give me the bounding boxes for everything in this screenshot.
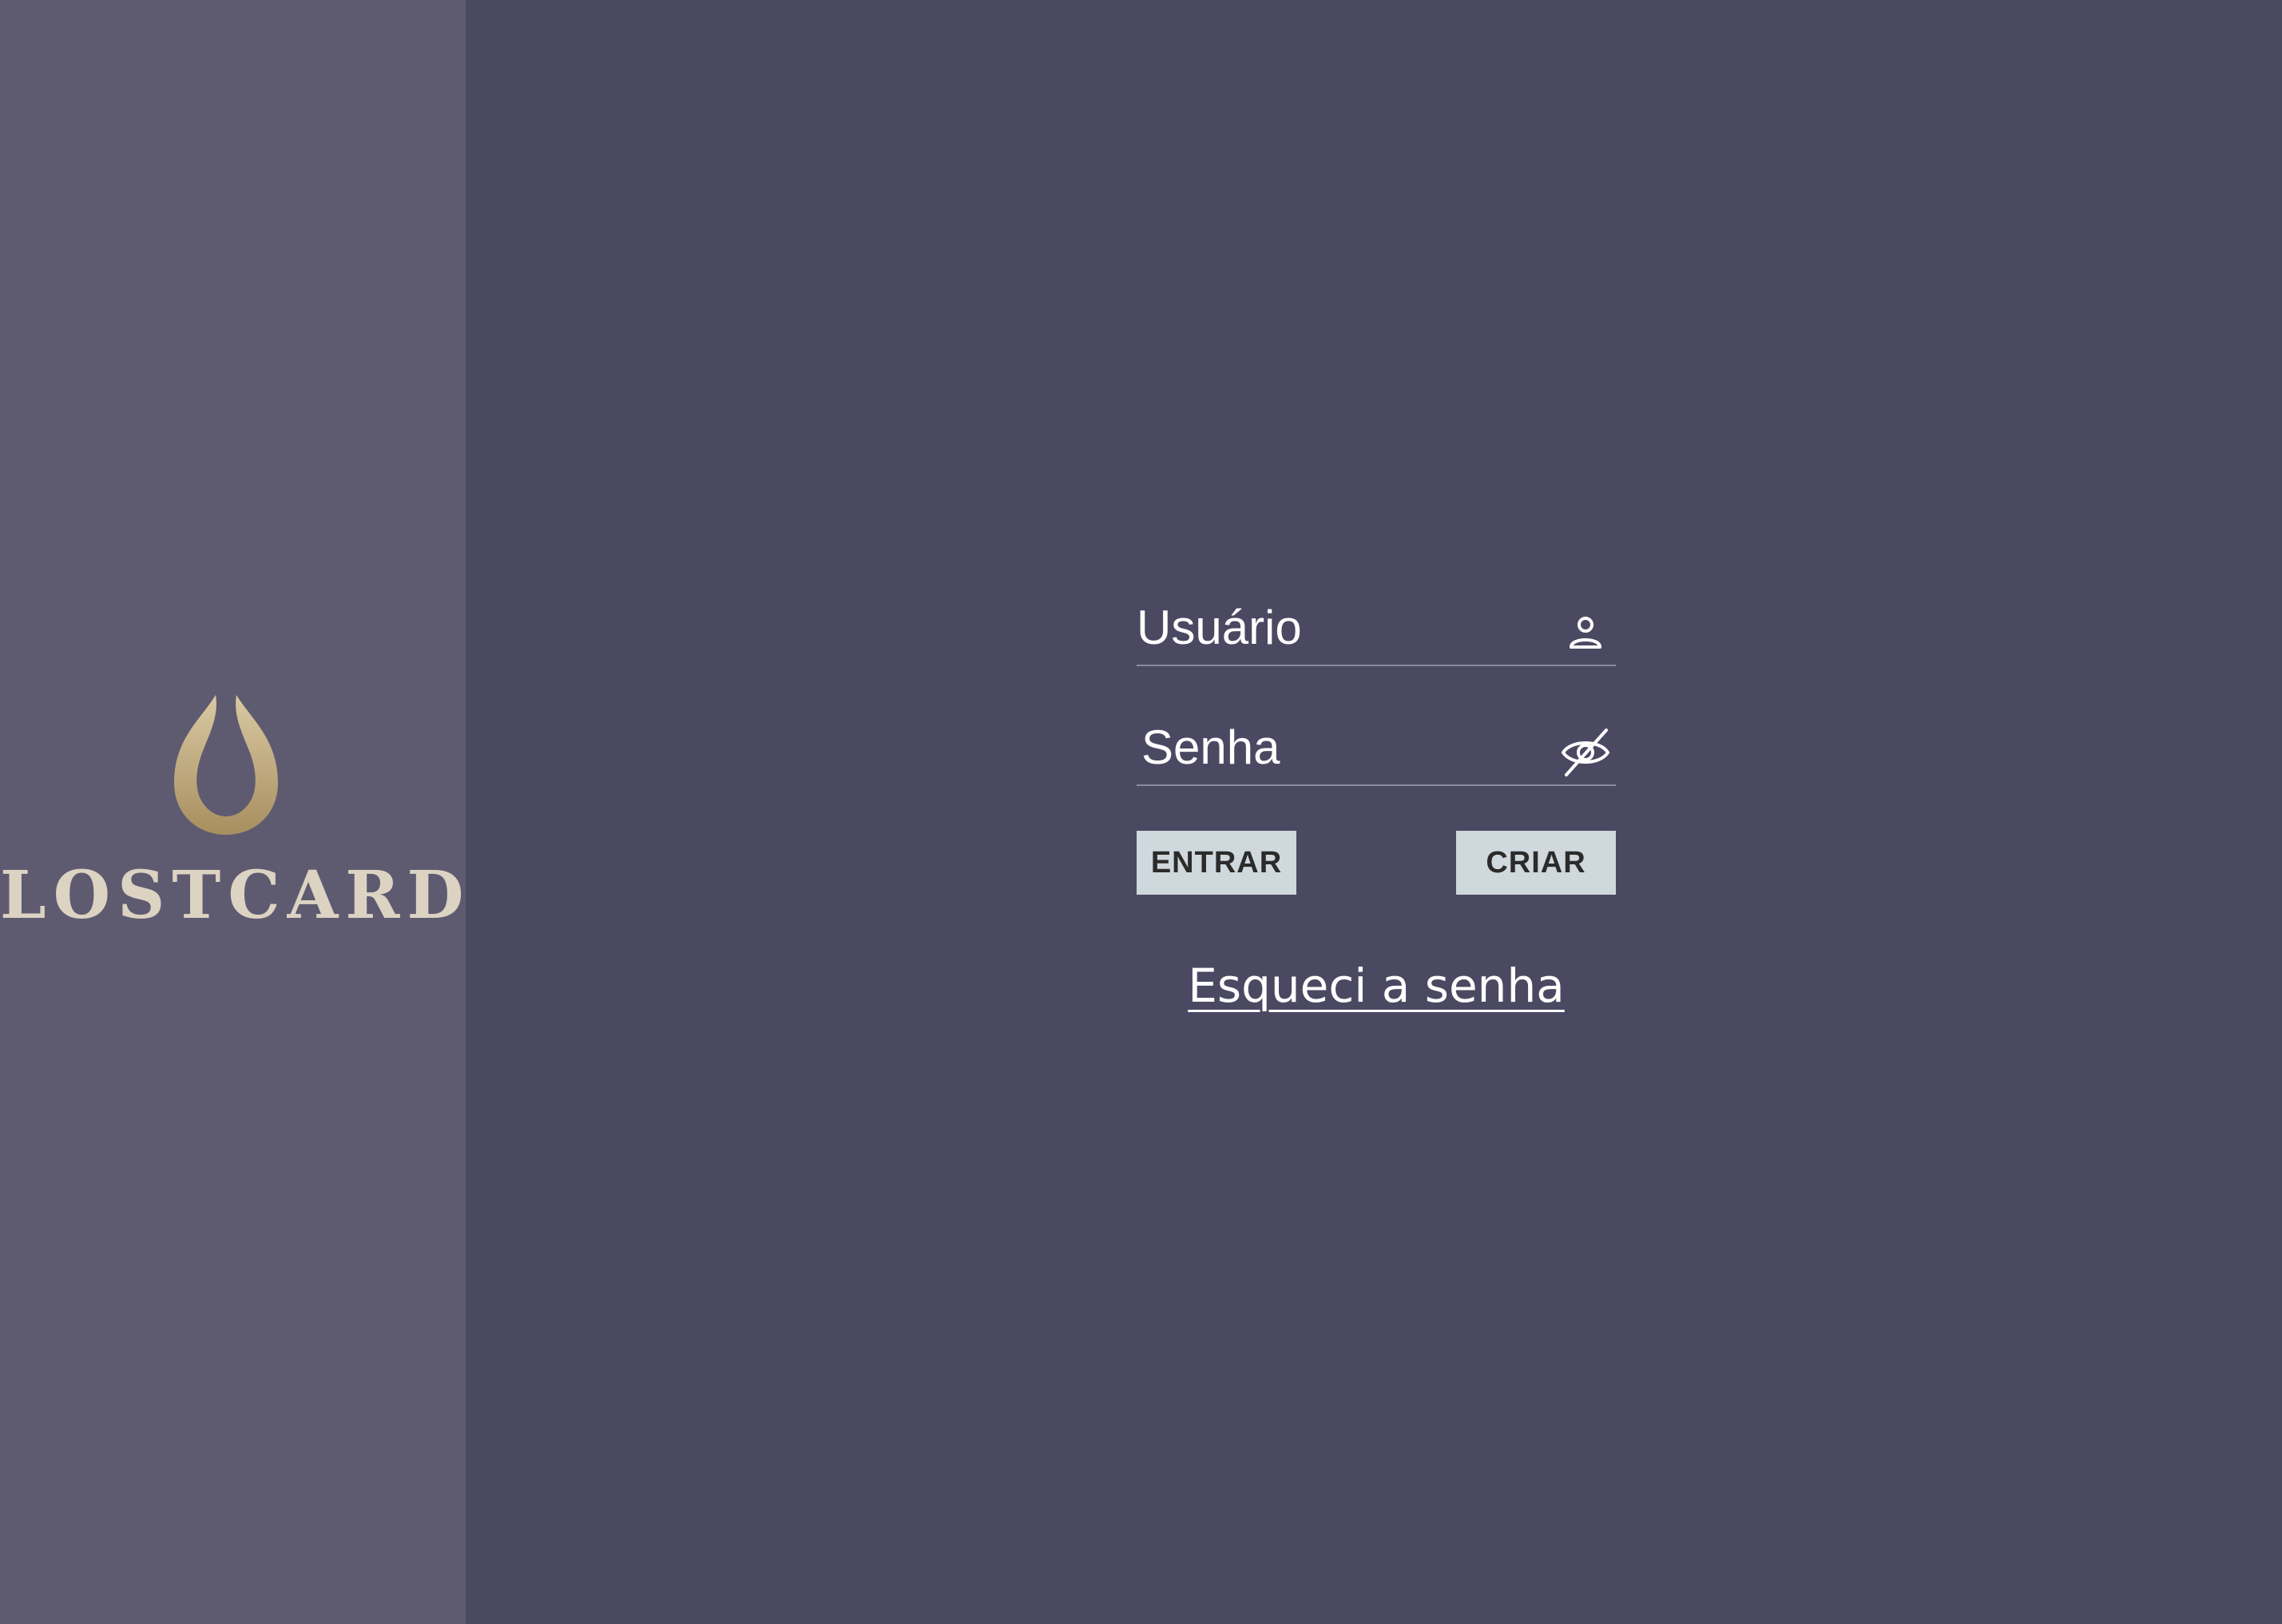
username-input[interactable]	[1137, 591, 1536, 663]
brand-sidebar: LOSTCARDS	[0, 0, 526, 1624]
forgot-password-link[interactable]: Esqueci a senha	[1137, 959, 1616, 1013]
login-form: ENTRAR CRIAR Esqueci a senha	[1137, 591, 1616, 1013]
brand-wordmark: LOSTCARDS	[0, 857, 526, 934]
create-button[interactable]: CRIAR	[1456, 831, 1616, 895]
eye-off-icon[interactable]	[1560, 727, 1611, 778]
user-icon	[1570, 617, 1601, 649]
flame-drop-logo-icon	[174, 695, 278, 835]
password-input[interactable]	[1141, 711, 1541, 783]
username-field-wrapper	[1137, 591, 1616, 666]
enter-button[interactable]: ENTRAR	[1137, 831, 1296, 895]
password-field-wrapper	[1137, 711, 1616, 786]
action-buttons: ENTRAR CRIAR	[1137, 831, 1616, 896]
